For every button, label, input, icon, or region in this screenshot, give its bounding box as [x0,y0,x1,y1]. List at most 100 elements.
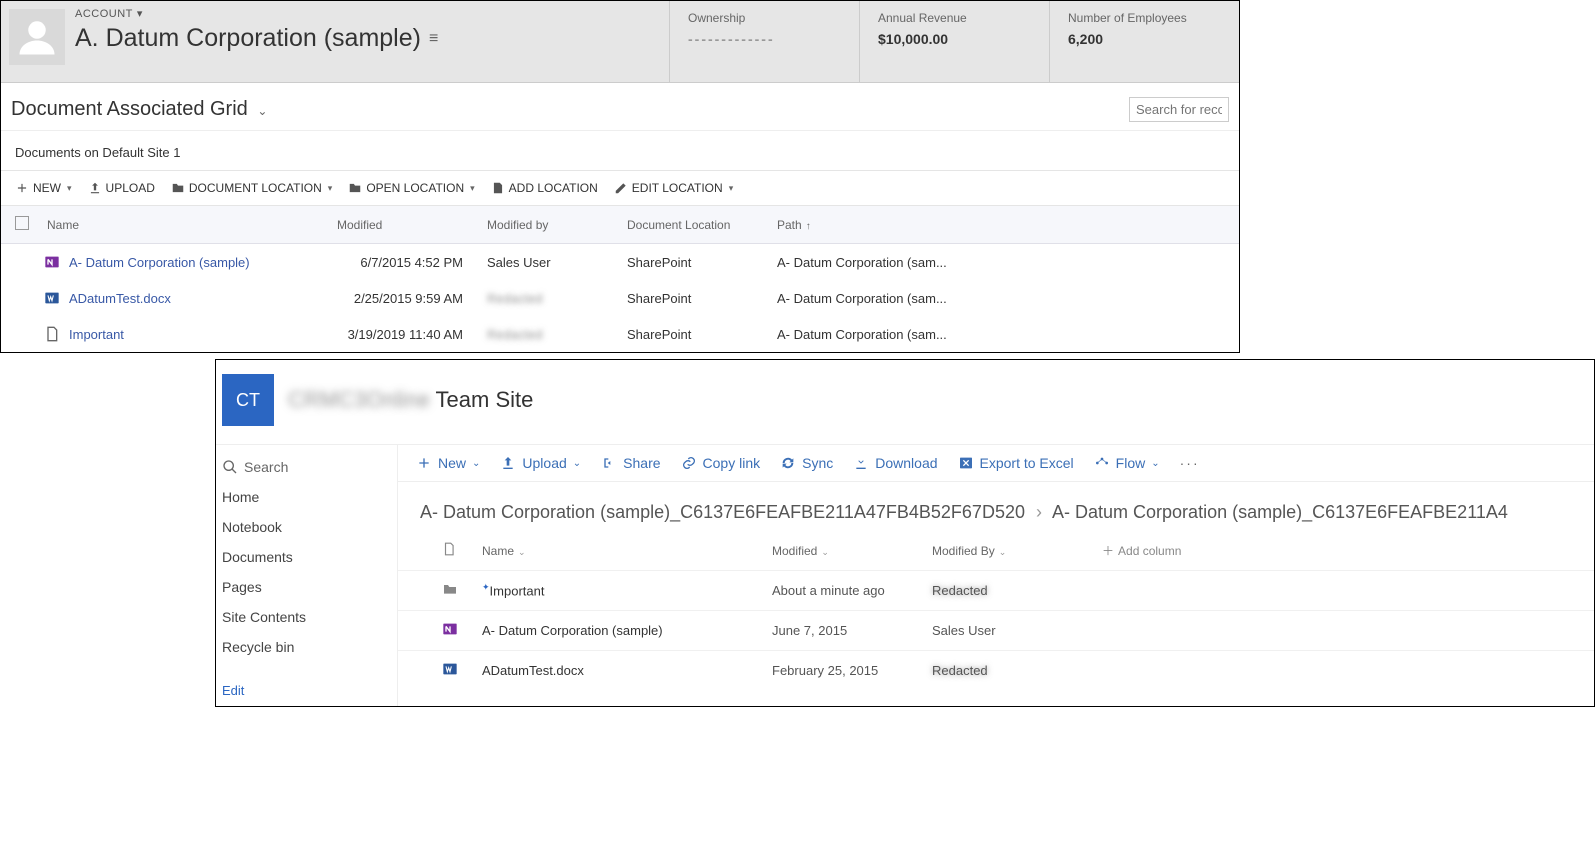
file-link[interactable]: A- Datum Corporation (sample) [69,255,250,270]
sp-col-name-label: Name [482,544,514,558]
sp-copylink-label: Copy link [703,455,761,471]
new-button-label: NEW [33,181,61,195]
sp-nav-item[interactable]: Home [222,489,393,505]
col-name[interactable]: Name [41,218,331,232]
edit-location-button[interactable]: EDIT LOCATION▾ [614,181,733,195]
file-name[interactable]: ADatumTest.docx [482,663,772,678]
sp-col-mod-label: Modified [772,544,817,558]
sp-search-label: Search [244,459,288,475]
cell-modified: 6/7/2015 4:52 PM [331,255,481,270]
new-indicator-icon: ✦ [482,582,490,592]
table-row[interactable]: A- Datum Corporation (sample) 6/7/2015 4:… [1,244,1239,280]
sp-nav-item[interactable]: Documents [222,549,393,565]
sp-export-excel-button[interactable]: Export to Excel [958,455,1074,471]
sp-more-button[interactable]: ··· [1180,455,1200,471]
cell-path: A- Datum Corporation (sam... [771,327,971,342]
cell-modified: 2/25/2015 9:59 AM [331,291,481,306]
crm-toolbar: NEW▾ UPLOAD DOCUMENT LOCATION▾ OPEN LOCA… [1,171,1239,206]
subgrid-title-dropdown[interactable]: Document Associated Grid ⌄ [11,98,267,121]
cell-path: A- Datum Corporation (sam... [771,291,971,306]
file-name[interactable]: ✦Important [482,582,772,598]
sp-add-column[interactable]: ＋Add column [1102,542,1181,559]
document-location-button[interactable]: DOCUMENT LOCATION▾ [171,181,332,195]
open-location-button[interactable]: OPEN LOCATION▾ [348,181,474,195]
folder-icon [442,581,482,600]
sp-share-button[interactable]: Share [601,455,660,471]
onenote-icon [41,254,63,270]
site-title[interactable]: CRMC3Online Team Site [288,387,533,413]
list-item[interactable]: ADatumTest.docxFebruary 25, 2015Redacted [398,650,1594,690]
cell-modified-by: Redacted [481,327,621,342]
upload-button[interactable]: UPLOAD [88,181,155,195]
table-row[interactable]: Important3/19/2019 11:40 AMRedactedShare… [1,316,1239,352]
cell-modified-by: Redacted [932,583,1102,598]
sp-new-label: New [438,455,466,471]
sp-download-label: Download [875,455,937,471]
sp-upload-label: Upload [522,455,566,471]
file-link[interactable]: Important [69,327,124,342]
sp-col-modified-by[interactable]: Modified By⌄ [932,544,1102,558]
sp-copylink-button[interactable]: Copy link [681,455,761,471]
stat-employees-label: Number of Employees [1068,11,1221,25]
record-title-text: A. Datum Corporation (sample) [75,24,421,53]
breadcrumb-a[interactable]: A- Datum Corporation (sample)_C6137E6FEA… [420,502,1025,522]
sp-flow-button[interactable]: Flow⌄ [1094,455,1160,471]
col-doc-location[interactable]: Document Location [621,218,771,232]
cell-modified: 3/19/2019 11:40 AM [331,327,481,342]
stat-ownership-value: ------------- [688,31,841,47]
col-modified[interactable]: Modified [331,218,481,232]
col-by-label: Modified by [487,218,548,232]
sp-main: New ⌄ Upload ⌄ Share Copy link Sync Downlo… [398,445,1594,706]
subgrid-header: Document Associated Grid ⌄ [1,83,1239,131]
sp-upload-button[interactable]: Upload ⌄ [500,455,581,471]
col-modified-by[interactable]: Modified by [481,218,621,232]
file-link[interactable]: ADatumTest.docx [69,291,171,306]
sp-sync-button[interactable]: Sync [780,455,833,471]
sp-nav-item[interactable]: Site Contents [222,609,393,625]
col-path[interactable]: Path↑ [771,218,971,232]
file-name[interactable]: A- Datum Corporation (sample) [482,623,772,638]
site-title-prefix: CRMC3Online [288,387,430,412]
stat-employees: Number of Employees 6,200 [1049,1,1239,82]
table-row[interactable]: ADatumTest.docx 2/25/2015 9:59 AMRedacted… [1,280,1239,316]
avatar [9,9,65,65]
add-location-button[interactable]: ADD LOCATION [491,181,598,195]
new-button[interactable]: NEW▾ [15,181,72,195]
cell-modified: About a minute ago [772,583,932,598]
sp-grid-body: ✦ImportantAbout a minute agoRedactedA- D… [398,570,1594,690]
list-icon[interactable]: ≡ [429,30,438,48]
search-input[interactable] [1129,97,1229,122]
account-dropdown[interactable]: ACCOUNT ▾ [75,7,661,20]
sp-col-icon[interactable] [442,541,482,560]
col-mod-label: Modified [337,218,382,232]
chevron-down-icon: ⌄ [573,458,581,469]
select-all-checkbox[interactable] [15,216,29,230]
list-item[interactable]: A- Datum Corporation (sample)June 7, 201… [398,610,1594,650]
breadcrumb-b: A- Datum Corporation (sample)_C6137E6FEA… [1052,502,1508,522]
sp-nav-list: Home Notebook Documents Pages Site Contents R… [222,489,393,669]
sp-nav-item[interactable]: Pages [222,579,393,595]
sp-col-by-label: Modified By [932,544,995,558]
stat-ownership-label: Ownership [688,11,841,25]
cell-modified-by: Redacted [481,291,621,306]
sp-download-button[interactable]: Download [853,455,937,471]
sp-grid-header: Name⌄ Modified⌄ Modified By⌄ ＋Add column [398,531,1594,570]
sp-nav-item[interactable]: Notebook [222,519,393,535]
list-item[interactable]: ✦ImportantAbout a minute agoRedacted [398,570,1594,610]
sp-nav-item[interactable]: Recycle bin [222,639,393,655]
col-name-label: Name [47,218,79,232]
subgrid-title-text: Document Associated Grid [11,98,248,120]
sp-col-modified[interactable]: Modified⌄ [772,544,932,558]
site-tile[interactable]: CT [222,374,274,426]
chevron-down-icon: ⌄ [472,458,480,469]
stat-ownership: Ownership ------------- [669,1,859,82]
document-location-label: DOCUMENT LOCATION [189,181,322,195]
site-title-suffix: Team Site [430,387,534,412]
sp-col-name[interactable]: Name⌄ [482,544,772,558]
stat-revenue: Annual Revenue $10,000.00 [859,1,1049,82]
sp-new-button[interactable]: New ⌄ [416,455,480,471]
sp-search[interactable]: Search [222,459,393,475]
upload-button-label: UPLOAD [106,181,155,195]
cell-path: A- Datum Corporation (sam... [771,255,971,270]
sp-nav-edit[interactable]: Edit [222,683,393,698]
